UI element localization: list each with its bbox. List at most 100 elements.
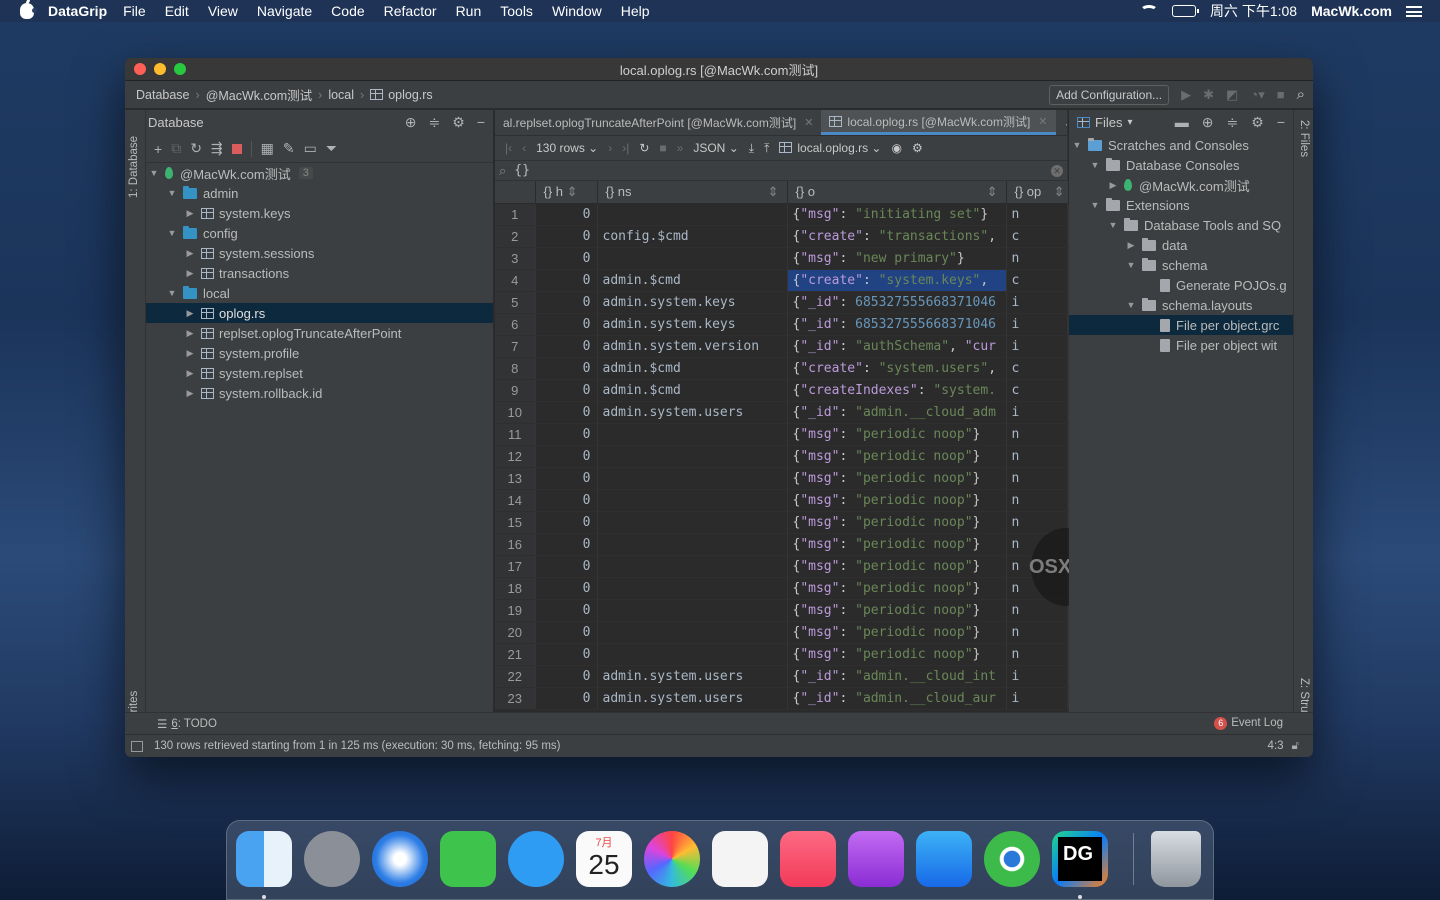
table-row[interactable]: 12 0 {"msg": "periodic noop"} n [495,445,1069,468]
column-header-h[interactable]: {} h ⇕ [535,181,598,204]
next-page-icon[interactable]: › [608,141,612,155]
cell-ns[interactable] [597,445,788,468]
breadcrumb-local[interactable]: local [328,88,354,102]
cell-op[interactable]: i [1006,335,1069,358]
safari-icon[interactable] [372,831,428,887]
view-eye-icon[interactable]: ◉ [891,141,901,155]
lock-icon[interactable]: 🔓︎ [1292,740,1299,753]
menu-tools[interactable]: Tools [500,3,533,19]
sort-icon[interactable]: ⇕ [1054,184,1065,200]
cell-op[interactable]: n [1006,621,1069,644]
expanded-arrow-icon[interactable]: ▼ [1090,160,1100,170]
collapsed-arrow-icon[interactable]: ▶ [185,208,195,219]
cell-op[interactable]: i [1006,291,1069,314]
cell-op[interactable]: n [1006,533,1069,556]
table-row[interactable]: 9 0 admin.$cmd {"createIndexes": "system. c [495,379,1069,402]
filter-icon[interactable]: ⏷ [326,140,337,157]
cell-ns[interactable]: config.$cmd [597,225,788,248]
tree-item-file-per-object-groovy[interactable]: File per object.grc [1069,315,1293,335]
breadcrumb-connection[interactable]: @MacWk.com测试 [206,85,312,104]
cell-o[interactable]: {"_id": "admin.__cloud_adm [787,401,1007,424]
tree-item-system-profile[interactable]: ▶ system.profile [146,343,493,363]
stop-icon[interactable]: ■ [659,141,666,155]
menu-file[interactable]: File [123,3,146,19]
cell-o[interactable]: {"msg": "periodic noop"} [787,533,1007,556]
sort-icon[interactable]: ⇕ [987,184,998,200]
expanded-arrow-icon[interactable]: ▼ [1072,140,1082,150]
cell-h[interactable]: 0 [535,379,598,402]
cell-ns[interactable] [597,643,788,666]
files-tool-tab[interactable]: 2: Files [1298,120,1310,157]
event-log-tool-tab[interactable]: 6 Event Log [1214,717,1283,730]
cell-ns[interactable] [597,203,788,226]
cell-o[interactable]: {"_id": "admin.__cloud_aur [787,687,1007,710]
cell-op[interactable]: n [1006,247,1069,270]
tree-item-local[interactable]: ▼ local [146,283,493,303]
cell-h[interactable]: 0 [535,621,598,644]
stop-icon[interactable] [231,143,242,154]
tree-item-oplog-rs[interactable]: ▶ oplog.rs [146,303,493,323]
cell-o[interactable]: {"msg": "periodic noop"} [787,555,1007,578]
cell-op[interactable]: c [1006,225,1069,248]
cell-ns[interactable] [597,247,788,270]
table-row[interactable]: 19 0 {"msg": "periodic noop"} n [495,599,1069,622]
cell-o[interactable]: {"create": "system.keys", [787,269,1007,292]
cell-o[interactable]: {"msg": "periodic noop"} [787,577,1007,600]
target-dropdown[interactable]: local.oplog.rs ⌄ [779,141,881,155]
cell-o[interactable]: {"msg": "periodic noop"} [787,423,1007,446]
tree-item-admin[interactable]: ▼ admin [146,183,493,203]
cell-h[interactable]: 0 [535,225,598,248]
table-row[interactable]: 13 0 {"msg": "periodic noop"} n [495,467,1069,490]
run-icon[interactable]: ▶ [1181,87,1191,103]
console-icon[interactable]: ▭ [304,140,317,157]
column-header-ns[interactable]: {} ns ⇕ [597,181,788,204]
open-folder-icon[interactable]: ▬ [1175,114,1189,131]
copy-icon[interactable]: ⧉ [171,140,181,157]
table-row[interactable]: 18 0 {"msg": "periodic noop"} n [495,577,1069,600]
table-row[interactable]: 8 0 admin.$cmd {"create": "system.users", c [495,357,1069,380]
cell-op[interactable]: n [1006,203,1069,226]
cell-ns[interactable] [597,511,788,534]
tree-item-transactions[interactable]: ▶ transactions [146,263,493,283]
cell-op[interactable]: n [1006,445,1069,468]
collapsed-arrow-icon[interactable]: ▶ [185,268,195,279]
table-row[interactable]: 21 0 {"msg": "periodic noop"} n [495,643,1069,666]
cell-op[interactable]: i [1006,687,1069,710]
more-actions-icon[interactable]: » [677,141,684,155]
menu-navigate[interactable]: Navigate [257,3,312,19]
calendar-icon[interactable]: 7月 25 [576,831,632,887]
cell-ns[interactable] [597,489,788,512]
tree-item-file-per-object-with[interactable]: File per object wit [1069,335,1293,355]
cell-o[interactable]: {"msg": "periodic noop"} [787,621,1007,644]
cell-ns[interactable]: admin.system.users [597,687,788,710]
collapsed-arrow-icon[interactable]: ▶ [1108,180,1118,191]
row-count-dropdown[interactable]: 130 rows ⌄ [536,141,598,155]
table-row[interactable]: 15 0 {"msg": "periodic noop"} n [495,511,1069,534]
collapsed-arrow-icon[interactable]: ▶ [185,328,195,339]
cell-h[interactable]: 0 [535,467,598,490]
facetime-icon[interactable] [440,831,496,887]
expanded-arrow-icon[interactable]: ▼ [1108,220,1118,230]
column-header-o[interactable]: {} o ⇕ [787,181,1007,204]
tree-item-system-rollback-id[interactable]: ▶ system.rollback.id [146,383,493,403]
table-row[interactable]: 3 0 {"msg": "new primary"} n [495,247,1069,270]
table-row[interactable]: 16 0 {"msg": "periodic noop"} n [495,533,1069,556]
toggle-tool-windows-icon[interactable] [131,740,143,752]
tree-item-database-tools[interactable]: ▼ Database Tools and SQ [1069,215,1293,235]
cell-o[interactable]: {"create": "transactions", [787,225,1007,248]
find-my-icon[interactable] [984,831,1040,887]
profile-icon[interactable]: ◔▾ [1250,87,1264,103]
cell-op[interactable]: n [1006,643,1069,666]
table-row[interactable]: 22 0 admin.system.users {"_id": "admin.__cl… [495,665,1069,688]
menubar-site[interactable]: MacWk.com [1311,3,1392,19]
column-header-op[interactable]: {} op ⇕ [1006,181,1069,204]
cell-ns[interactable] [597,423,788,446]
grid-settings-gear-icon[interactable]: ⚙ [912,141,923,155]
first-page-icon[interactable]: |‹ [505,141,512,155]
cell-op[interactable]: n [1006,489,1069,512]
cell-h[interactable]: 0 [535,555,598,578]
expanded-arrow-icon[interactable]: ▼ [167,228,177,238]
cell-h[interactable]: 0 [535,643,598,666]
schemas-icon[interactable]: ⇶ [211,140,223,157]
tab-list-chevron-down-icon[interactable]: ⌄ [1056,116,1067,135]
